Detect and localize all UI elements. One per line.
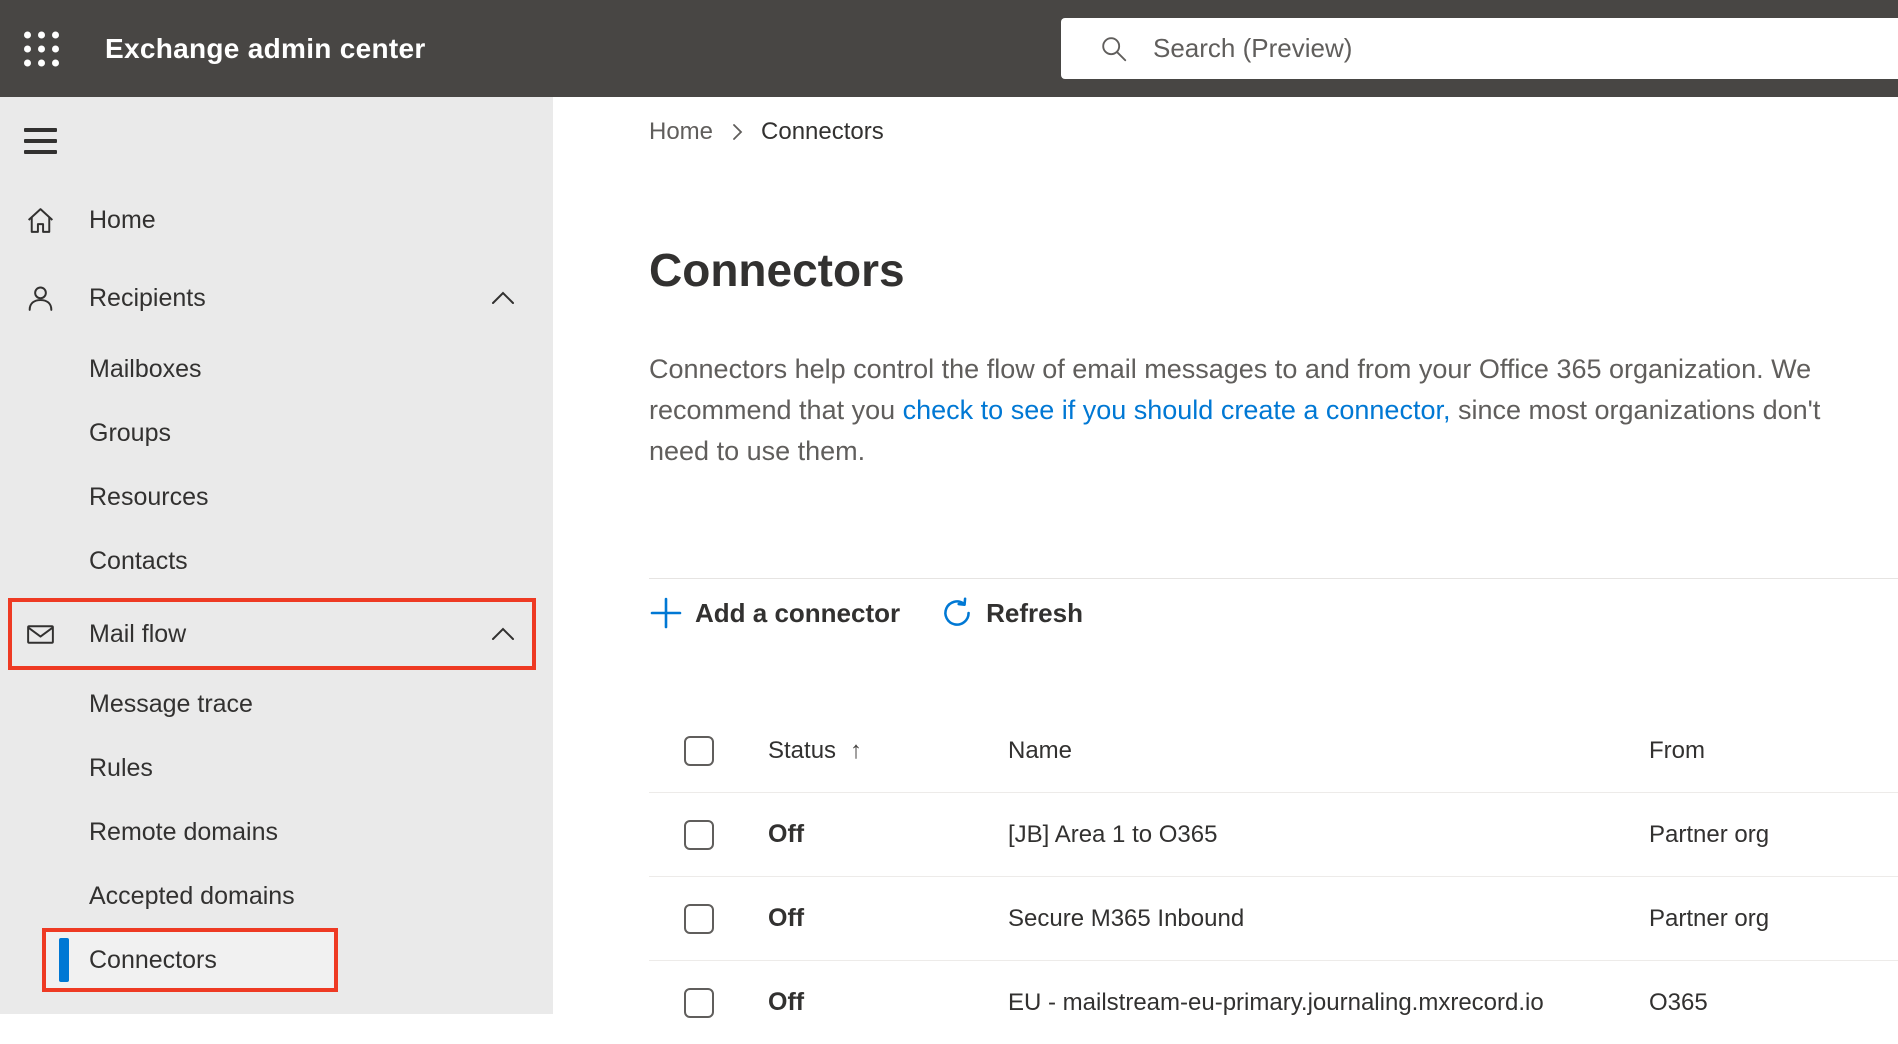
sidebar-item-label: Resources — [89, 482, 209, 511]
chevron-right-icon — [729, 121, 745, 143]
exchange-admin-center-screen: { "colors": { "accent": "#0078d4", "anno… — [0, 0, 1898, 1018]
toolbar-divider — [649, 578, 1898, 579]
refresh-button[interactable]: Refresh — [940, 596, 1083, 630]
sidebar-item-label: Contacts — [89, 546, 188, 575]
from-cell: Partner org — [1649, 904, 1770, 932]
refresh-label: Refresh — [986, 597, 1083, 628]
table-row[interactable]: Off EU - mailstream-eu-primary.journalin… — [649, 960, 1898, 1044]
add-connector-button[interactable]: Add a connector — [649, 596, 900, 630]
create-connector-check-link[interactable]: check to see if you should create a conn… — [903, 395, 1451, 425]
sidebar-item-label: Groups — [89, 418, 171, 447]
name-cell[interactable]: EU - mailstream-eu-primary.journaling.mx… — [1008, 989, 1649, 1017]
page-description: Connectors help control the flow of emai… — [649, 349, 1871, 472]
sidebar-item-label: Accepted domains — [89, 881, 295, 910]
sidebar-item-label: Home — [89, 205, 156, 234]
chevron-up-icon[interactable] — [490, 626, 516, 642]
sidebar-item-resources[interactable]: Resources — [0, 465, 553, 529]
main-content: Home Connectors Connectors Connectors he… — [553, 97, 1898, 1018]
sidebar-item-label: Mail flow — [89, 619, 187, 648]
row-checkbox[interactable] — [684, 819, 714, 850]
column-header-name[interactable]: Name — [1008, 737, 1649, 765]
sidebar-item-label: Rules — [89, 753, 153, 782]
sidebar-item-label: Connectors — [89, 945, 217, 974]
status-cell: Off — [768, 820, 805, 848]
app-title: Exchange admin center — [105, 32, 426, 64]
status-cell: Off — [768, 904, 805, 932]
column-header-from[interactable]: From — [1649, 737, 1898, 765]
name-cell[interactable]: Secure M365 Inbound — [1008, 905, 1649, 933]
refresh-icon — [944, 597, 970, 626]
breadcrumb-home-link[interactable]: Home — [649, 118, 713, 146]
sidebar-item-mail-flow[interactable]: Mail flow — [8, 598, 536, 670]
nav-list: Home Recipients Mailboxes Groups Resourc… — [0, 181, 553, 992]
sidebar-item-home[interactable]: Home — [0, 181, 553, 259]
sidebar-item-groups[interactable]: Groups — [0, 401, 553, 465]
table-row[interactable]: Off Secure M365 Inbound Partner org — [649, 876, 1898, 960]
row-checkbox[interactable] — [684, 903, 714, 934]
sidebar-item-contacts[interactable]: Contacts — [0, 529, 553, 593]
sidebar-item-mailboxes[interactable]: Mailboxes — [0, 337, 553, 401]
column-header-status[interactable]: Status ↑ — [768, 737, 1008, 765]
sort-ascending-icon: ↑ — [850, 737, 863, 764]
global-search[interactable] — [1061, 18, 1898, 79]
page-title: Connectors — [649, 244, 905, 296]
sidebar-item-rules[interactable]: Rules — [0, 736, 553, 800]
sidebar-item-accepted-domains[interactable]: Accepted domains — [0, 864, 553, 928]
breadcrumb: Home Connectors — [649, 117, 884, 147]
sidebar-item-message-trace[interactable]: Message trace — [0, 672, 553, 736]
connectors-table: Status ↑ Name From Off [JB] Area 1 to O3… — [649, 710, 1898, 1044]
sidebar-item-remote-domains[interactable]: Remote domains — [0, 800, 553, 864]
row-checkbox[interactable] — [684, 987, 714, 1018]
sidebar-item-label: Recipients — [89, 283, 206, 312]
home-icon — [24, 204, 57, 237]
mail-icon — [24, 618, 57, 651]
top-app-bar: Exchange admin center — [0, 0, 1898, 97]
plus-icon — [650, 597, 682, 629]
nav-collapse-icon[interactable] — [24, 128, 57, 154]
search-input[interactable] — [1151, 32, 1751, 65]
search-icon — [1102, 36, 1127, 61]
table-row[interactable]: Off [JB] Area 1 to O365 Partner org — [649, 792, 1898, 876]
select-all-checkbox[interactable] — [684, 736, 714, 766]
status-cell: Off — [768, 988, 805, 1016]
from-cell: Partner org — [1649, 820, 1770, 848]
person-icon — [24, 282, 57, 315]
command-bar: Add a connector Refresh — [649, 590, 1083, 636]
sidebar-item-label: Remote domains — [89, 817, 278, 846]
breadcrumb-current: Connectors — [761, 118, 884, 145]
chevron-up-icon[interactable] — [490, 290, 516, 306]
add-connector-label: Add a connector — [695, 597, 901, 628]
app-launcher-icon[interactable] — [24, 31, 59, 66]
selected-indicator — [59, 938, 69, 982]
table-header-row: Status ↑ Name From — [649, 710, 1898, 792]
name-cell[interactable]: [JB] Area 1 to O365 — [1008, 821, 1649, 849]
sidebar-item-recipients[interactable]: Recipients — [0, 259, 553, 337]
sidebar-item-connectors-selected[interactable]: Connectors — [42, 928, 338, 992]
sidebar-item-label: Mailboxes — [89, 354, 202, 383]
from-cell: O365 — [1649, 988, 1708, 1016]
sidebar-item-label: Message trace — [89, 689, 253, 718]
left-navigation: Home Recipients Mailboxes Groups Resourc… — [0, 97, 553, 1014]
